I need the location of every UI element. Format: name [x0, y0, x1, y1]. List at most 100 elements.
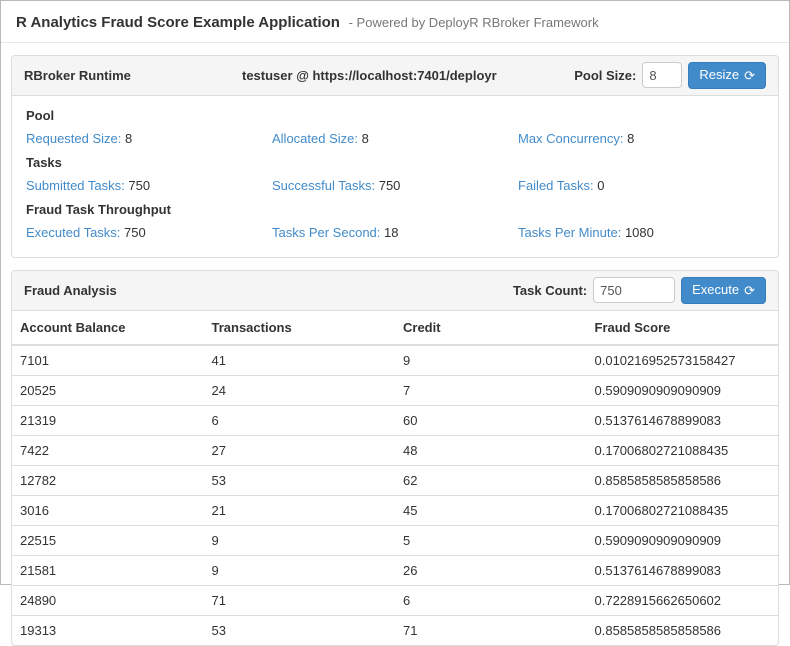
stat-failed-tasks: Failed Tasks: 0	[518, 178, 764, 193]
table-row: 248907160.7228915662650602	[12, 585, 778, 615]
section-heading-throughput: Fraud Task Throughput	[26, 202, 764, 217]
execute-button-label: Execute	[692, 282, 739, 299]
table-cell: 0.8585858585858586	[587, 615, 779, 645]
task-count-label: Task Count:	[513, 283, 587, 298]
fraud-panel-title: Fraud Analysis	[24, 283, 513, 298]
table-cell: 9	[395, 345, 587, 376]
table-cell: 0.5909090909090909	[587, 375, 779, 405]
stat-executed-tasks: Executed Tasks: 750	[26, 225, 272, 240]
table-cell: 21319	[12, 405, 204, 435]
table-cell: 21581	[12, 555, 204, 585]
table-row: 1278253620.8585858585858586	[12, 465, 778, 495]
stat-successful-tasks: Successful Tasks: 750	[272, 178, 518, 193]
stat-value: 18	[384, 225, 398, 240]
execute-button[interactable]: Execute ⟳	[681, 277, 766, 304]
fraud-table-body: 71014190.010216952573158427205252470.590…	[12, 345, 778, 645]
table-row: 1931353710.8585858585858586	[12, 615, 778, 645]
stat-value: 750	[379, 178, 401, 193]
task-count-input[interactable]	[593, 277, 675, 303]
table-cell: 71	[204, 585, 396, 615]
column-header-credit: Credit	[395, 311, 587, 345]
fraud-table-head: Account Balance Transactions Credit Frau…	[12, 311, 778, 345]
stat-row-tasks: Submitted Tasks: 750 Successful Tasks: 7…	[26, 178, 764, 193]
stat-label: Max Concurrency:	[518, 131, 623, 146]
table-cell: 9	[204, 555, 396, 585]
stat-row-pool: Requested Size: 8 Allocated Size: 8 Max …	[26, 131, 764, 146]
stat-label: Requested Size:	[26, 131, 121, 146]
table-row: 742227480.17006802721088435	[12, 435, 778, 465]
stat-requested-size: Requested Size: 8	[26, 131, 272, 146]
runtime-panel-body: Pool Requested Size: 8 Allocated Size: 8…	[12, 96, 778, 257]
table-cell: 0.8585858585858586	[587, 465, 779, 495]
column-header-account-balance: Account Balance	[12, 311, 204, 345]
table-cell: 0.5137614678899083	[587, 405, 779, 435]
table-cell: 5	[395, 525, 587, 555]
table-cell: 45	[395, 495, 587, 525]
pool-size-controls: Pool Size: Resize⟳	[574, 62, 766, 89]
stat-row-throughput: Executed Tasks: 750 Tasks Per Second: 18…	[26, 225, 764, 240]
table-row: 215819260.5137614678899083	[12, 555, 778, 585]
stat-value: 8	[125, 131, 132, 146]
pool-size-input[interactable]	[642, 62, 682, 88]
stat-tasks-per-minute: Tasks Per Minute: 1080	[518, 225, 764, 240]
table-cell: 62	[395, 465, 587, 495]
fraud-analysis-panel: Fraud Analysis Task Count: Execute ⟳ Acco…	[11, 270, 779, 646]
table-cell: 53	[204, 615, 396, 645]
table-cell: 60	[395, 405, 587, 435]
table-cell: 7	[395, 375, 587, 405]
table-cell: 0.17006802721088435	[587, 435, 779, 465]
table-row: 71014190.010216952573158427	[12, 345, 778, 376]
resize-button[interactable]: Resize ⟳	[688, 62, 766, 89]
table-cell: 7422	[12, 435, 204, 465]
stat-label: Executed Tasks:	[26, 225, 120, 240]
runtime-panel-heading: RBroker Runtime testuser @ https://local…	[12, 56, 778, 96]
stat-value: 750	[124, 225, 146, 240]
table-cell: 0.17006802721088435	[587, 495, 779, 525]
rbroker-runtime-panel: RBroker Runtime testuser @ https://local…	[11, 55, 779, 258]
stat-value: 1080	[625, 225, 654, 240]
app-subtitle: - Powered by DeployR RBroker Framework	[349, 15, 599, 30]
task-count-controls: Task Count: Execute ⟳	[513, 277, 766, 304]
resize-button-label: Resize	[699, 67, 739, 84]
table-cell: 12782	[12, 465, 204, 495]
app-header: R Analytics Fraud Score Example Applicat…	[1, 1, 789, 43]
table-cell: 22515	[12, 525, 204, 555]
table-row: 301621450.17006802721088435	[12, 495, 778, 525]
fraud-panel-heading: Fraud Analysis Task Count: Execute ⟳	[12, 271, 778, 311]
table-cell: 6	[395, 585, 587, 615]
refresh-icon: ⟳	[744, 284, 755, 297]
table-cell: 7101	[12, 345, 204, 376]
table-cell: 0.7228915662650602	[587, 585, 779, 615]
table-cell: 9	[204, 525, 396, 555]
section-heading-pool: Pool	[26, 108, 764, 123]
page: R Analytics Fraud Score Example Applicat…	[1, 1, 789, 646]
table-cell: 0.5137614678899083	[587, 555, 779, 585]
stat-value: 8	[627, 131, 634, 146]
stat-label: Failed Tasks:	[518, 178, 594, 193]
table-row: 205252470.5909090909090909	[12, 375, 778, 405]
table-row: 213196600.5137614678899083	[12, 405, 778, 435]
table-cell: 24890	[12, 585, 204, 615]
table-row: 22515950.5909090909090909	[12, 525, 778, 555]
table-cell: 53	[204, 465, 396, 495]
table-cell: 6	[204, 405, 396, 435]
table-cell: 0.010216952573158427	[587, 345, 779, 376]
stat-max-concurrency: Max Concurrency: 8	[518, 131, 764, 146]
table-cell: 27	[204, 435, 396, 465]
runtime-panel-title: RBroker Runtime	[24, 68, 242, 83]
stat-allocated-size: Allocated Size: 8	[272, 131, 518, 146]
stat-label: Successful Tasks:	[272, 178, 375, 193]
column-header-fraud-score: Fraud Score	[587, 311, 779, 345]
stat-label: Tasks Per Second:	[272, 225, 380, 240]
refresh-icon: ⟳	[744, 69, 755, 82]
table-cell: 21	[204, 495, 396, 525]
endpoint-text: testuser @ https://localhost:7401/deploy…	[242, 68, 574, 83]
table-cell: 41	[204, 345, 396, 376]
fraud-table: Account Balance Transactions Credit Frau…	[12, 311, 778, 645]
table-cell: 19313	[12, 615, 204, 645]
stat-submitted-tasks: Submitted Tasks: 750	[26, 178, 272, 193]
table-cell: 26	[395, 555, 587, 585]
stat-value: 750	[128, 178, 150, 193]
stat-tasks-per-second: Tasks Per Second: 18	[272, 225, 518, 240]
app-title: R Analytics Fraud Score Example Applicat…	[16, 14, 340, 31]
